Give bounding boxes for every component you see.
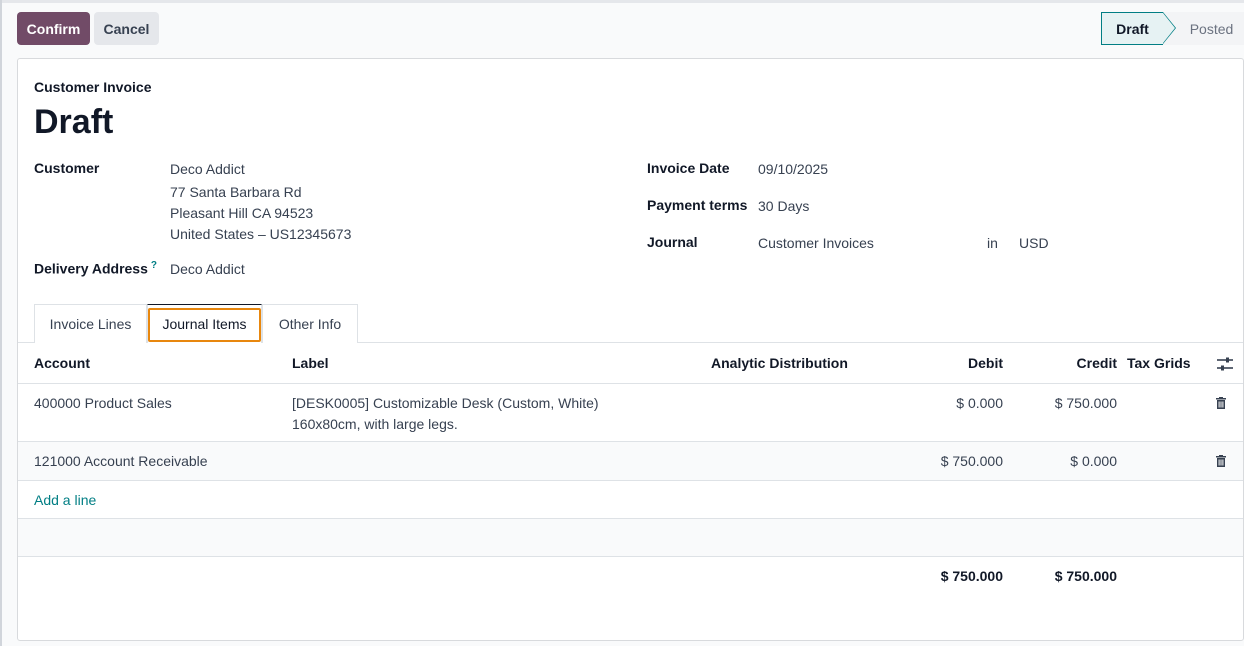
left-border [0,0,2,646]
column-header-account[interactable]: Account [34,355,90,371]
customer-label: Customer [34,160,100,176]
invoice-date-field[interactable]: 09/10/2025 [758,161,828,177]
journal-label: Journal [647,234,698,250]
payment-terms-field[interactable]: 30 Days [758,198,809,214]
cancel-button[interactable]: Cancel [94,12,159,45]
row-account[interactable]: 400000 Product Sales [34,395,172,411]
tab-invoice-lines[interactable]: Invoice Lines [34,304,147,343]
footer-divider [18,556,1243,557]
add-line-link[interactable]: Add a line [34,492,96,508]
empty-row [18,519,1243,556]
status-stage-draft-label: Draft [1116,20,1149,37]
row-debit[interactable]: $ 750.000 [903,453,1003,469]
row-label-line1[interactable]: [DESK0005] Customizable Desk (Custom, Wh… [292,395,599,411]
row-credit[interactable]: $ 0.000 [1017,453,1117,469]
sliders-icon[interactable] [1216,356,1234,372]
customer-address-line2: Pleasant Hill CA 94523 [170,205,314,221]
invoice-date-label: Invoice Date [647,160,730,176]
column-header-debit[interactable]: Debit [903,355,1003,371]
top-border [0,0,1244,3]
row-divider [18,480,1243,481]
column-header-credit[interactable]: Credit [1017,355,1117,371]
currency-field[interactable]: USD [1019,235,1049,251]
table-row[interactable]: 121000 Account Receivable $ 750.000 $ 0.… [18,442,1243,480]
status-stage-draft[interactable]: Draft [1101,12,1176,45]
help-tooltip-icon[interactable]: ? [151,260,157,271]
status-bar: Draft Posted [1101,12,1244,45]
trash-icon[interactable] [1216,397,1226,409]
payment-terms-label: Payment terms [647,197,748,213]
delivery-address-label-text: Delivery Address [34,260,148,277]
column-header-tax-grids[interactable]: Tax Grids [1127,355,1191,371]
total-credit: $ 750.000 [1054,568,1117,584]
total-debit: $ 750.000 [940,568,1003,584]
document-title: Draft [34,103,114,141]
tab-journal-items[interactable]: Journal Items [147,304,262,343]
status-stage-posted-label: Posted [1189,20,1234,37]
tab-other-info[interactable]: Other Info [262,304,358,343]
document-type: Customer Invoice [34,79,152,95]
currency-in-label: in [987,235,998,251]
delivery-address-label: Delivery Address? [34,260,157,277]
customer-field[interactable]: Deco Addict [170,161,245,177]
column-header-analytic[interactable]: Analytic Distribution [711,355,848,371]
form-sheet: Customer Invoice Draft Customer Deco Add… [17,58,1244,641]
row-account[interactable]: 121000 Account Receivable [34,453,208,469]
customer-address-line1: 77 Santa Barbara Rd [170,184,302,200]
delivery-address-field[interactable]: Deco Addict [170,261,245,277]
row-credit[interactable]: $ 750.000 [1017,395,1117,411]
stage-arrow-fill [1163,13,1175,43]
confirm-button[interactable]: Confirm [17,12,90,45]
header-divider [18,383,1243,384]
customer-address-line3: United States – US12345673 [170,226,352,242]
trash-icon[interactable] [1216,455,1226,467]
journal-field[interactable]: Customer Invoices [758,235,874,251]
column-header-label[interactable]: Label [292,355,329,371]
row-label-line2: 160x80cm, with large legs. [292,416,458,432]
row-debit[interactable]: $ 0.000 [903,395,1003,411]
